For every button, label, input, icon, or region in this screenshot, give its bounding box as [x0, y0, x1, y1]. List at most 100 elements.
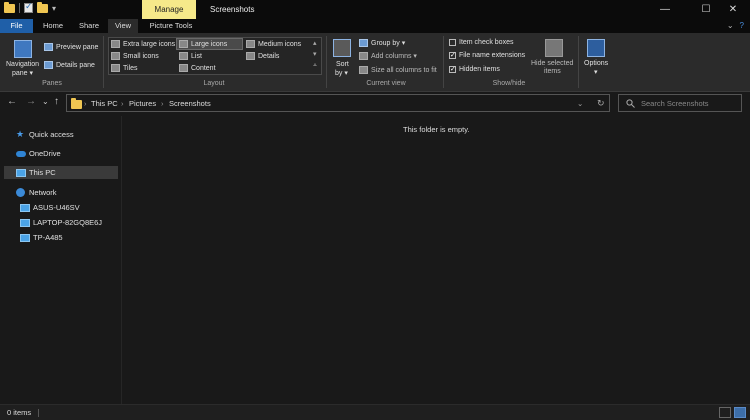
file-name-extensions-checkbox[interactable] [449, 51, 456, 59]
large-icons-view-button[interactable] [734, 407, 746, 418]
breadcrumb-separator[interactable]: › [84, 95, 87, 112]
collapse-ribbon-icon[interactable]: ⌄ [727, 21, 734, 30]
list-icon [179, 52, 188, 60]
nav-item-quick-access[interactable]: ★ Quick access [4, 128, 118, 141]
breadcrumb-this-pc[interactable]: This PC [91, 95, 118, 112]
layout-scroll-up-icon[interactable]: ▴ [313, 39, 317, 47]
preview-pane-button[interactable]: Preview pane [44, 43, 98, 51]
help-icon[interactable]: ? [740, 21, 744, 30]
group-by-label: Group by ▾ [371, 40, 406, 47]
address-bar[interactable]: › This PC › Pictures › Screenshots ⌄ ↻ [66, 94, 610, 112]
navigation-pane-button[interactable]: Navigation [6, 61, 39, 68]
small-icons-label: Small icons [123, 52, 159, 60]
navigation-pane-icon[interactable] [14, 40, 32, 58]
folder-icon [4, 1, 15, 13]
layout-content[interactable]: Content [179, 64, 216, 72]
layout-extra-large-icons[interactable]: Extra large icons [111, 40, 175, 48]
nav-item-tp-a485[interactable]: TP-A485 [4, 231, 118, 244]
nav-item-this-pc[interactable]: This PC [4, 166, 118, 179]
extra-large-icons-label: Extra large icons [123, 40, 176, 48]
navigation-pane-dropdown[interactable]: pane ▾ [12, 69, 33, 77]
back-button[interactable]: ← [7, 96, 17, 107]
refresh-button[interactable]: ↻ [597, 95, 605, 112]
add-columns-button[interactable]: Add columns ▾ [359, 52, 417, 60]
small-icons-icon [111, 52, 120, 60]
item-check-boxes-toggle[interactable]: Item check boxes [449, 39, 513, 46]
layout-expand-icon[interactable]: ⩡ [313, 62, 317, 70]
search-icon [626, 99, 635, 108]
group-by-icon [359, 39, 368, 47]
details-pane-button[interactable]: Details pane [44, 61, 95, 69]
file-name-extensions-toggle[interactable]: File name extensions [449, 51, 525, 59]
details-view-button[interactable] [719, 407, 731, 418]
divider [103, 36, 104, 88]
breadcrumb-separator[interactable]: › [161, 95, 164, 112]
divider [443, 36, 444, 88]
search-box[interactable] [618, 94, 742, 112]
preview-pane-label: Preview pane [56, 43, 99, 51]
details-pane-label: Details pane [56, 61, 95, 69]
close-button[interactable]: ✕ [716, 0, 750, 19]
tiles-label: Tiles [123, 64, 138, 72]
search-input[interactable] [641, 97, 737, 109]
status-bar: 0 items [0, 404, 750, 420]
nav-item-label: Network [29, 188, 57, 197]
new-folder-icon[interactable] [37, 1, 48, 13]
item-check-boxes-checkbox[interactable] [449, 39, 456, 46]
minimize-button[interactable]: — [648, 0, 682, 19]
hidden-items-checkbox[interactable] [449, 65, 456, 73]
hidden-items-toggle[interactable]: Hidden items [449, 65, 500, 73]
ribbon-controls: ⌄ ? [727, 21, 744, 30]
options-button[interactable]: Options [584, 60, 608, 67]
layout-medium-icons[interactable]: Medium icons [246, 40, 301, 48]
breadcrumb-pictures[interactable]: Pictures [129, 95, 156, 112]
nav-item-asus-u46sv[interactable]: ASUS-U46SV [4, 201, 118, 214]
hide-selected-items-button[interactable]: Hide selected [531, 60, 573, 67]
tab-share[interactable]: Share [71, 19, 107, 33]
tab-picture-tools[interactable]: Picture Tools [142, 19, 200, 33]
layout-tiles[interactable]: Tiles [111, 64, 138, 72]
layout-details[interactable]: Details [246, 52, 279, 60]
hide-selected-items-icon[interactable] [545, 39, 563, 57]
content-label: Content [191, 64, 216, 72]
tab-home[interactable]: Home [35, 19, 71, 33]
options-dropdown[interactable]: ▾ [594, 68, 598, 76]
sort-by-dropdown[interactable]: by ▾ [335, 69, 348, 77]
layout-small-icons[interactable]: Small icons [111, 52, 159, 60]
nav-item-label: Quick access [29, 130, 74, 139]
computer-icon [16, 169, 26, 177]
file-list-area[interactable]: This folder is empty. [121, 116, 750, 404]
ribbon: Navigation pane ▾ Preview pane Details p… [0, 33, 750, 92]
group-label-current-view: Current view [366, 80, 406, 87]
recent-locations-button[interactable]: ⌄ [42, 97, 49, 106]
ribbon-tabs: File Home Share View Picture Tools ⌄ ? [0, 19, 750, 33]
size-all-columns-button[interactable]: Size all columns to fit [359, 66, 437, 74]
manage-tab[interactable]: Manage [142, 0, 196, 19]
customize-toolbar-icon[interactable]: ▾ [52, 4, 56, 13]
tab-view[interactable]: View [108, 19, 138, 33]
group-by-button[interactable]: Group by ▾ [359, 39, 405, 47]
address-row: ← → ⌄ ↑ › This PC › Pictures › Screensho… [0, 92, 750, 114]
nav-item-network[interactable]: Network [4, 186, 118, 199]
nav-item-onedrive[interactable]: OneDrive [4, 147, 118, 160]
empty-folder-message: This folder is empty. [403, 125, 470, 134]
tab-file[interactable]: File [0, 19, 33, 33]
network-icon [16, 188, 25, 197]
layout-large-icons[interactable]: Large icons [176, 38, 243, 50]
medium-icons-icon [246, 40, 255, 48]
sort-by-button[interactable]: Sort [336, 61, 349, 68]
forward-button[interactable]: → [26, 96, 36, 107]
layout-scroll-down-icon[interactable]: ▾ [313, 50, 317, 58]
options-icon[interactable] [587, 39, 605, 57]
hide-selected-items-label-2: items [544, 68, 561, 75]
layout-list[interactable]: List [179, 52, 202, 60]
star-icon: ★ [16, 129, 25, 139]
sort-by-icon[interactable] [333, 39, 351, 57]
up-button[interactable]: ↑ [54, 96, 59, 107]
nav-item-laptop-82gq8e6j[interactable]: LAPTOP-82GQ8E6J [4, 216, 118, 229]
properties-icon[interactable] [24, 1, 33, 13]
large-icons-icon [179, 40, 188, 48]
address-dropdown-icon[interactable]: ⌄ [577, 95, 583, 112]
breadcrumb-screenshots[interactable]: Screenshots [169, 95, 211, 112]
breadcrumb-separator[interactable]: › [121, 95, 124, 112]
